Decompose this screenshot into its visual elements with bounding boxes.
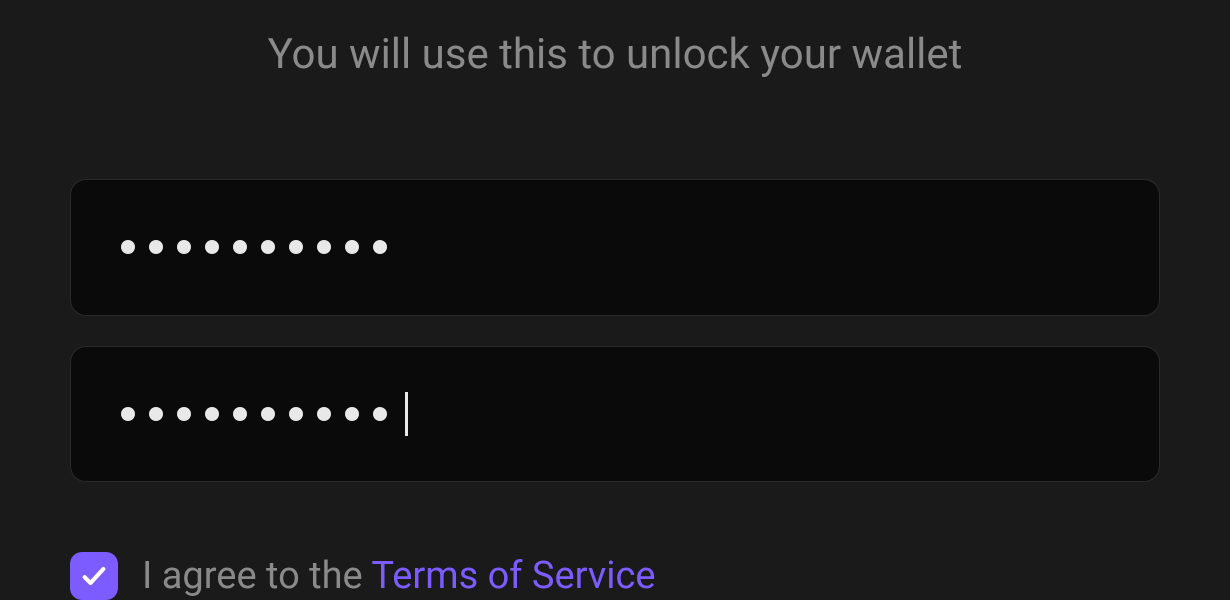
- password-dot: [177, 407, 191, 421]
- password-dot: [177, 240, 191, 254]
- password-dot: [261, 407, 275, 421]
- password-dot: [149, 240, 163, 254]
- text-cursor: [405, 392, 408, 436]
- terms-row: I agree to the Terms of Service: [70, 552, 1160, 600]
- password-dot: [233, 407, 247, 421]
- terms-link[interactable]: Terms of Service: [371, 554, 655, 598]
- password-dot: [317, 240, 331, 254]
- password-dot: [317, 407, 331, 421]
- password-dot: [121, 240, 135, 254]
- terms-prefix: I agree to the: [142, 554, 371, 598]
- password-field[interactable]: [70, 179, 1160, 316]
- password-dot: [345, 240, 359, 254]
- password-dot: [289, 240, 303, 254]
- password-dot: [345, 407, 359, 421]
- password-dot: [205, 407, 219, 421]
- password-dot: [121, 407, 135, 421]
- password-dot: [149, 407, 163, 421]
- password-dot: [261, 240, 275, 254]
- password-dots: [121, 240, 387, 254]
- check-icon: [80, 562, 108, 590]
- terms-checkbox[interactable]: [70, 552, 118, 600]
- password-dot: [289, 407, 303, 421]
- confirm-password-field[interactable]: [70, 346, 1160, 483]
- password-dot: [373, 240, 387, 254]
- password-dot: [205, 240, 219, 254]
- terms-text: I agree to the Terms of Service: [142, 554, 656, 598]
- password-dot: [373, 407, 387, 421]
- password-dot: [233, 240, 247, 254]
- subtitle-text: You will use this to unlock your wallet: [70, 30, 1160, 79]
- confirm-password-dots: [121, 407, 387, 421]
